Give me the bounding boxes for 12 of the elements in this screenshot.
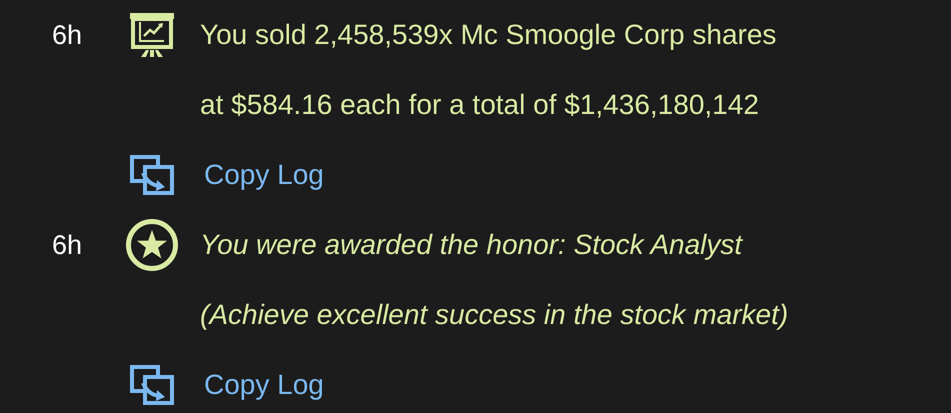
copy-icon[interactable] [130, 155, 174, 195]
time-label: 6h [52, 229, 82, 262]
log-message: at $584.16 each for a total of $1,436,180,142 [200, 88, 759, 122]
log-message: You were awarded the honor: Stock Analyst [200, 228, 742, 262]
star-badge-icon [125, 218, 179, 272]
copy-log-link[interactable]: Copy Log [200, 350, 324, 413]
copy-icon[interactable] [130, 365, 174, 405]
presentation-chart-icon [129, 12, 175, 58]
log-message: You sold 2,458,539x Mc Smoogle Corp shares [200, 18, 776, 52]
log-message: (Achieve excellent success in the stock market) [200, 298, 788, 332]
time-label: 6h [52, 19, 82, 52]
copy-log-link[interactable]: Copy Log [200, 140, 324, 210]
